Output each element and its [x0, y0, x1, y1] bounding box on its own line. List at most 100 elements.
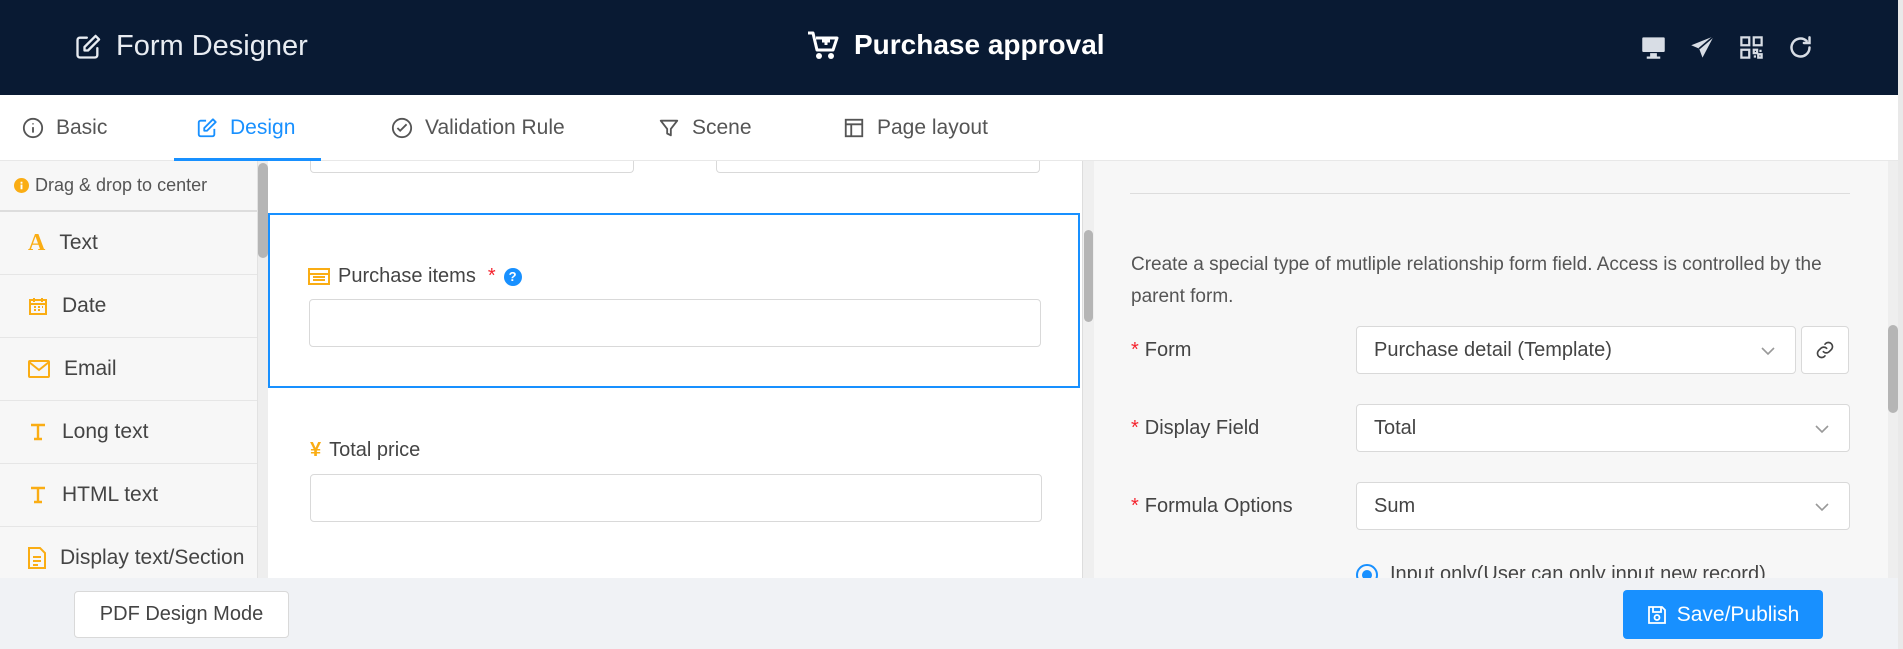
component-palette: Drag & drop to center A Text Date Email …	[0, 161, 258, 578]
tab-design[interactable]: Design	[196, 95, 295, 161]
form-title-group: Purchase approval	[806, 29, 1105, 61]
chevron-down-icon	[1813, 498, 1831, 516]
formula-options-select[interactable]: Sum	[1356, 482, 1850, 530]
header-actions	[1640, 34, 1814, 61]
app-title-group: Form Designer	[74, 30, 308, 63]
form-title: Purchase approval	[854, 29, 1105, 60]
tab-design-label: Design	[230, 116, 296, 139]
long-text-icon	[28, 422, 48, 442]
palette-item-text[interactable]: A Text	[0, 212, 257, 275]
edit-icon	[196, 117, 218, 139]
required-mark: *	[487, 265, 496, 287]
save-publish-button[interactable]: Save/Publish	[1623, 590, 1823, 639]
palette-item-label: Date	[62, 294, 107, 317]
edit-icon	[74, 33, 102, 61]
tab-scene-label: Scene	[692, 116, 752, 139]
selected-field-purchase-items[interactable]: Purchase items * ?	[268, 213, 1080, 388]
table-icon	[308, 268, 330, 285]
tab-basic-label: Basic	[56, 116, 108, 139]
qrcode-icon[interactable]	[1738, 34, 1765, 61]
tab-validation-label: Validation Rule	[425, 116, 565, 139]
open-form-link-button[interactable]	[1801, 326, 1849, 374]
palette-item-display-text[interactable]: Display text/Section	[0, 527, 257, 578]
canvas-scrollbar-thumb[interactable]	[1084, 230, 1093, 322]
field-description: Create a special type of mutliple relati…	[1131, 254, 1822, 307]
info-icon	[14, 178, 29, 193]
tab-layout-label: Page layout	[877, 116, 988, 139]
previous-field-input[interactable]	[310, 161, 634, 173]
tab-scene[interactable]: Scene	[658, 95, 752, 161]
palette-item-date[interactable]: Date	[0, 275, 257, 338]
display-field-select[interactable]: Total	[1356, 404, 1850, 452]
filter-icon	[658, 117, 680, 139]
formula-options-label-text: Formula Options	[1144, 495, 1293, 517]
field-label-group: ¥ Total price	[310, 439, 420, 462]
palette-item-label: HTML text	[62, 483, 159, 506]
canvas-scrollbar[interactable]	[1082, 161, 1094, 578]
help-icon[interactable]: ?	[503, 267, 522, 286]
palette-hint: Drag & drop to center	[0, 161, 257, 212]
form-select[interactable]: Purchase detail (Template)	[1356, 326, 1796, 374]
properties-panel: Create a special type of mutliple relati…	[1094, 161, 1888, 578]
layout-icon	[843, 117, 865, 139]
save-publish-label: Save/Publish	[1676, 602, 1800, 626]
field-label-group: Purchase items * ?	[308, 265, 522, 288]
chevron-down-icon	[1759, 342, 1777, 360]
window-edge	[1898, 0, 1903, 649]
file-text-icon	[28, 547, 46, 569]
palette-item-html-text[interactable]: HTML text	[0, 464, 257, 527]
formula-options-label: * Formula Options	[1131, 495, 1293, 518]
refresh-icon[interactable]	[1787, 34, 1814, 61]
save-icon	[1647, 605, 1667, 625]
tab-page-layout[interactable]: Page layout	[843, 95, 988, 161]
form-label: * Form	[1131, 339, 1191, 362]
pdf-design-mode-button[interactable]: PDF Design Mode	[74, 591, 289, 638]
cart-icon	[806, 29, 840, 61]
palette-item-label: Email	[64, 357, 117, 380]
send-icon[interactable]	[1689, 34, 1716, 61]
display-field-label: * Display Field	[1131, 417, 1259, 440]
total-price-input[interactable]	[310, 474, 1042, 522]
purchase-items-input[interactable]	[309, 299, 1041, 347]
display-field-value: Total	[1374, 416, 1417, 439]
display-field-label-text: Display Field	[1144, 417, 1260, 439]
desktop-icon[interactable]	[1640, 34, 1667, 61]
html-text-icon	[28, 485, 48, 505]
field-label: Purchase items	[338, 265, 476, 287]
mail-icon	[28, 360, 50, 378]
form-label-text: Form	[1144, 339, 1192, 361]
form-canvas: Purchase items * ? ¥ Total price	[268, 161, 1082, 578]
check-circle-icon	[391, 117, 413, 139]
tab-bar: Basic Design Validation Rule Scene Page …	[0, 95, 1898, 161]
tab-basic[interactable]: Basic	[22, 95, 107, 161]
palette-item-label: Long text	[62, 420, 149, 443]
tab-validation-rule[interactable]: Validation Rule	[391, 95, 565, 161]
form-select-value: Purchase detail (Template)	[1374, 338, 1612, 361]
palette-item-label: Display text/Section	[60, 546, 245, 569]
field-label: Total price	[329, 439, 421, 461]
required-mark: *	[1131, 495, 1139, 517]
required-mark: *	[1131, 417, 1139, 439]
info-icon	[22, 117, 44, 139]
calendar-icon	[28, 296, 48, 316]
required-mark: *	[1131, 339, 1139, 361]
palette-item-email[interactable]: Email	[0, 338, 257, 401]
formula-options-value: Sum	[1374, 494, 1416, 517]
properties-scrollbar-thumb[interactable]	[1888, 325, 1898, 413]
text-icon: A	[28, 229, 46, 256]
palette-item-long-text[interactable]: Long text	[0, 401, 257, 464]
palette-item-label: Text	[59, 231, 98, 254]
footer-bar: PDF Design Mode Save/Publish	[0, 578, 1898, 649]
divider	[1130, 193, 1850, 194]
palette-scrollbar-thumb[interactable]	[258, 163, 268, 258]
chevron-down-icon	[1813, 420, 1831, 438]
palette-hint-text: Drag & drop to center	[35, 175, 208, 195]
radio-label: Input only(User can only input new recor…	[1390, 563, 1766, 578]
input-mode-radio[interactable]: Input only(User can only input new recor…	[1356, 563, 1766, 578]
app-header: Form Designer Purchase approval	[0, 0, 1898, 95]
yen-icon: ¥	[310, 439, 322, 461]
app-title: Form Designer	[116, 30, 308, 62]
previous-field-input[interactable]	[716, 161, 1040, 173]
radio-button[interactable]	[1356, 563, 1378, 578]
link-icon	[1815, 340, 1835, 360]
